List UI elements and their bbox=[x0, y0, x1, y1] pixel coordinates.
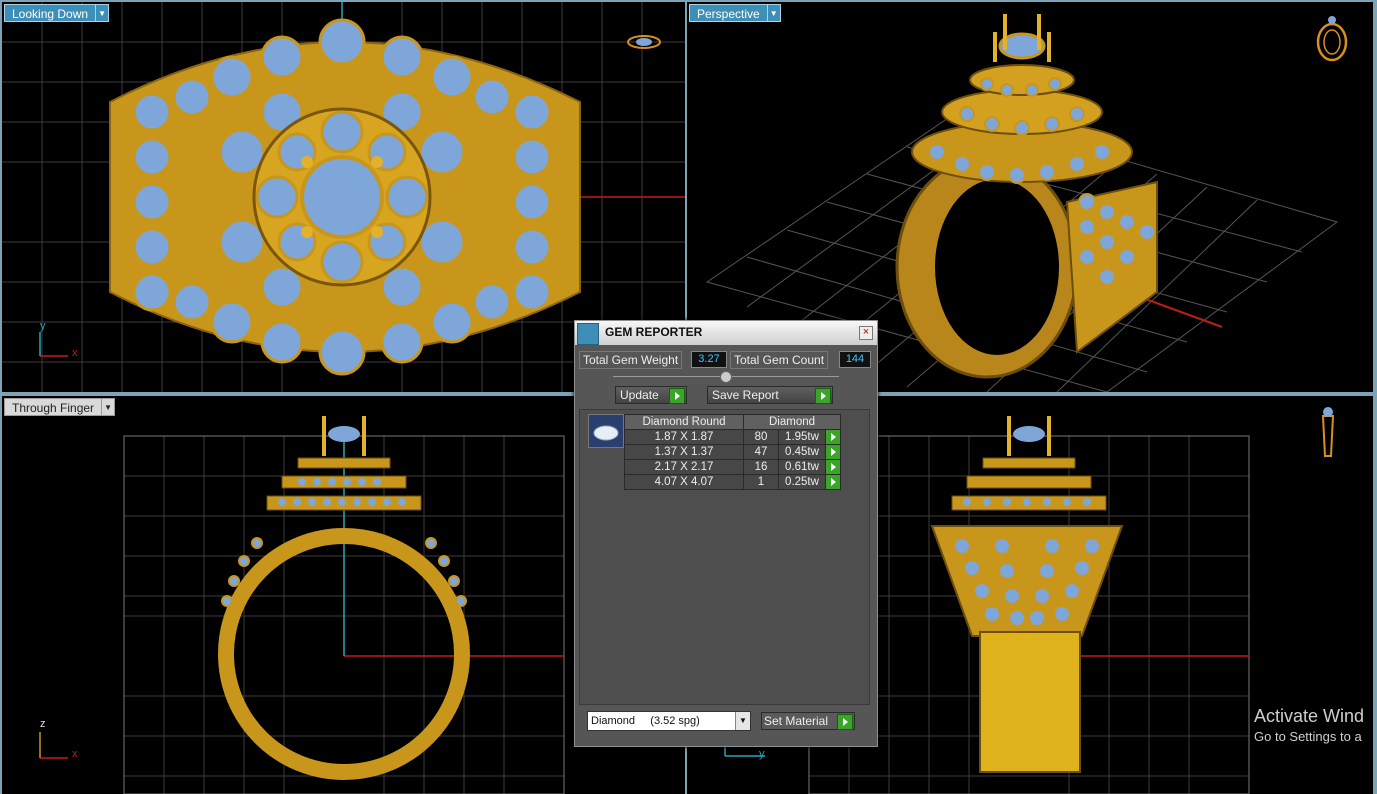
column-header-material: Diamond bbox=[743, 414, 841, 430]
material-select[interactable]: Diamond (3.52 spg) ▼ bbox=[587, 711, 751, 731]
material-select-value: Diamond (3.52 spg) bbox=[591, 715, 700, 727]
gem-count: 47 bbox=[743, 444, 779, 460]
diamond-icon-graphic bbox=[593, 425, 619, 441]
total-gem-count-value: 144 bbox=[839, 351, 871, 368]
axis-y-label: y bbox=[759, 748, 765, 760]
viewport-label-through-finger[interactable]: Through Finger ▼ bbox=[4, 398, 116, 416]
gem-size: 1.37 X 1.37 bbox=[624, 444, 744, 460]
play-icon bbox=[815, 388, 831, 404]
select-row-button[interactable] bbox=[825, 474, 841, 490]
save-report-button[interactable]: Save Report bbox=[707, 386, 833, 404]
viewport-title: Looking Down bbox=[4, 4, 97, 22]
gem-count: 16 bbox=[743, 459, 779, 475]
select-row-button[interactable] bbox=[825, 444, 841, 460]
gem-count: 80 bbox=[743, 429, 779, 445]
gem-size: 4.07 X 4.07 bbox=[624, 474, 744, 490]
watermark-line1: Activate Wind bbox=[1254, 706, 1365, 726]
splitter-knob-icon[interactable] bbox=[720, 371, 732, 383]
select-row-button[interactable] bbox=[825, 459, 841, 475]
viewport-label-perspective[interactable]: Perspective ▼ bbox=[689, 4, 781, 22]
diamond-round-icon[interactable] bbox=[588, 414, 624, 448]
save-report-button-label: Save Report bbox=[712, 388, 779, 402]
chevron-down-icon[interactable]: ▼ bbox=[735, 712, 750, 730]
close-button[interactable]: × bbox=[859, 326, 873, 340]
gem-weight: 1.95tw bbox=[778, 429, 826, 445]
select-row-button[interactable] bbox=[825, 429, 841, 445]
total-gem-weight-label: Total Gem Weight bbox=[579, 351, 683, 369]
table-row[interactable]: 1.87 X 1.87 80 1.95tw bbox=[624, 429, 841, 445]
chevron-down-icon[interactable]: ▼ bbox=[767, 4, 781, 22]
play-icon bbox=[837, 714, 853, 730]
gem-summary-table: Diamond Round Diamond 1.87 X 1.87 80 1.9… bbox=[624, 414, 841, 490]
table-row[interactable]: 1.37 X 1.37 47 0.45tw bbox=[624, 444, 841, 460]
axis-x-label: x bbox=[72, 347, 78, 359]
gem-weight: 0.45tw bbox=[778, 444, 826, 460]
total-gem-weight-value: 3.27 bbox=[691, 351, 727, 368]
dialog-title: GEM REPORTER bbox=[605, 325, 703, 339]
gem-count: 1 bbox=[743, 474, 779, 490]
viewport-title: Perspective bbox=[689, 4, 768, 22]
set-material-button[interactable]: Set Material bbox=[761, 712, 855, 730]
axis-y-label: y bbox=[40, 320, 46, 332]
table-row[interactable]: 2.17 X 2.17 16 0.61tw bbox=[624, 459, 841, 475]
axis-x-label: x bbox=[72, 748, 78, 760]
gem-size: 2.17 X 2.17 bbox=[624, 459, 744, 475]
activation-watermark: Activate Wind Go to Settings to a bbox=[1254, 706, 1364, 744]
gem-list-area: Diamond Round Diamond 1.87 X 1.87 80 1.9… bbox=[579, 409, 870, 705]
viewport-title: Through Finger bbox=[4, 398, 103, 416]
chevron-down-icon[interactable]: ▼ bbox=[96, 4, 110, 22]
gem-reporter-icon bbox=[577, 323, 599, 345]
total-gem-count-label: Total Gem Count bbox=[730, 351, 829, 369]
column-header-cut: Diamond Round bbox=[624, 414, 744, 430]
dialog-titlebar[interactable]: GEM REPORTER × bbox=[575, 321, 877, 345]
update-button-label: Update bbox=[620, 388, 659, 402]
gem-size: 1.87 X 1.87 bbox=[624, 429, 744, 445]
gem-weight: 0.25tw bbox=[778, 474, 826, 490]
watermark-line2: Go to Settings to a bbox=[1254, 729, 1362, 744]
gem-reporter-dialog: GEM REPORTER × Total Gem Weight 3.27 Tot… bbox=[574, 320, 878, 747]
set-material-button-label: Set Material bbox=[764, 714, 829, 728]
viewport-label-looking-down[interactable]: Looking Down ▼ bbox=[4, 4, 110, 22]
update-button[interactable]: Update bbox=[615, 386, 687, 404]
table-row[interactable]: 4.07 X 4.07 1 0.25tw bbox=[624, 474, 841, 490]
gem-weight: 0.61tw bbox=[778, 459, 826, 475]
chevron-down-icon[interactable]: ▼ bbox=[102, 398, 116, 416]
axis-z-label: z bbox=[40, 718, 46, 730]
play-icon bbox=[669, 388, 685, 404]
